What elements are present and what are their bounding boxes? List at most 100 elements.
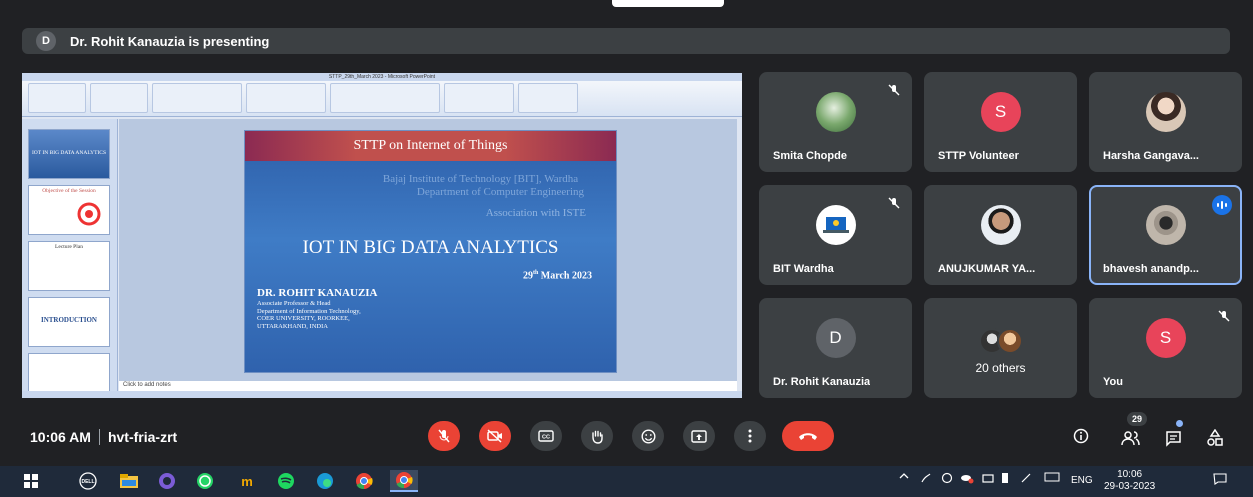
presenter-designation: Associate Professor & Head — [257, 300, 331, 307]
shared-screen[interactable]: STTP_29th_March 2023 - Microsoft PowerPo… — [22, 73, 742, 398]
meeting-code: hvt-fria-zrt — [107, 429, 178, 445]
taskbar-clock[interactable]: 10:06 29-03-2023 — [1104, 469, 1155, 493]
chat-button[interactable] — [1160, 426, 1186, 450]
app-mn-icon[interactable]: m — [236, 470, 258, 492]
svg-text:CC: CC — [542, 435, 550, 441]
tray-wifi-icon[interactable] — [982, 472, 994, 487]
meeting-details-button[interactable] — [1068, 424, 1094, 448]
activities-button[interactable] — [1202, 426, 1228, 450]
captions-icon: CC — [538, 430, 554, 442]
powerpoint-title-bar: STTP_29th_March 2023 - Microsoft PowerPo… — [22, 73, 742, 81]
presenter-university: COER UNIVERSITY, ROORKEE, — [257, 315, 350, 322]
more-options-button[interactable] — [734, 421, 766, 451]
participant-tile[interactable]: S STTP Volunteer — [924, 72, 1077, 172]
participant-tile[interactable]: ANUJKUMAR YA... — [924, 185, 1077, 285]
mic-off-icon — [886, 195, 902, 211]
slide-thumb: IOT IN BIG DATA ANALYTICS — [28, 129, 110, 179]
others-tile[interactable]: 20 others — [924, 298, 1077, 398]
tray-pen-icon[interactable] — [920, 472, 932, 487]
camera-off-button[interactable] — [479, 421, 511, 451]
participant-name: You — [1103, 376, 1123, 388]
participant-tile[interactable]: D Dr. Rohit Kanauzia — [759, 298, 912, 398]
mic-off-icon — [1216, 308, 1232, 324]
thumb-label: IOT IN BIG DATA ANALYTICS — [31, 150, 107, 156]
present-screen-icon — [691, 429, 707, 443]
github-icon[interactable] — [156, 470, 178, 492]
people-count-badge: 29 — [1127, 412, 1147, 426]
participant-name: STTP Volunteer — [938, 150, 1019, 162]
tray-app-icon[interactable] — [960, 472, 974, 487]
spotify-icon[interactable] — [275, 470, 297, 492]
participant-tile[interactable]: Smita Chopde — [759, 72, 912, 172]
raise-hand-button[interactable] — [581, 421, 613, 451]
tray-chevron-icon[interactable] — [898, 470, 910, 485]
slide-presenter: DR. ROHIT KANAUZIA Associate Professor &… — [257, 287, 378, 330]
hang-up-icon — [799, 433, 817, 440]
clock-date: 29-03-2023 — [1104, 481, 1156, 492]
slide-date: 29th March 2023 — [522, 270, 592, 282]
avatar — [996, 328, 1023, 354]
edge-icon[interactable] — [314, 470, 336, 492]
participant-name: Harsha Gangava... — [1103, 150, 1199, 162]
participant-name: BIT Wardha — [773, 263, 834, 275]
slide-association: Association with ISTE — [485, 207, 586, 219]
meeting-info: 10:06 AM hvt-fria-zrt — [30, 429, 177, 445]
whatsapp-icon[interactable] — [194, 470, 216, 492]
self-tile[interactable]: S You — [1089, 298, 1242, 398]
participant-name: bhavesh anandp... — [1103, 263, 1199, 275]
tray-battery-icon[interactable] — [1001, 472, 1009, 487]
people-button[interactable] — [1118, 426, 1144, 450]
ribbon-group — [90, 83, 148, 113]
windows-taskbar — [0, 466, 1253, 497]
participant-tile-speaking[interactable]: bhavesh anandp... — [1089, 185, 1242, 285]
slide-header: STTP on Internet of Things — [245, 131, 616, 161]
participant-avatar: S — [980, 92, 1021, 132]
presenting-text: Dr. Rohit Kanauzia is presenting — [70, 33, 270, 49]
target-icon — [77, 202, 101, 226]
thumb-label: INTRODUCTION — [40, 316, 97, 324]
ribbon-group — [444, 83, 514, 113]
meet-window: D Dr. Rohit Kanauzia is presenting STTP_… — [0, 0, 1253, 497]
dell-icon[interactable]: DELL — [77, 470, 99, 492]
participant-name: Dr. Rohit Kanauzia — [773, 376, 871, 388]
participant-avatar: S — [1145, 318, 1186, 358]
chrome-active-icon[interactable] — [390, 470, 418, 492]
ribbon-group — [152, 83, 242, 113]
participant-tile[interactable]: BIT Wardha — [759, 185, 912, 285]
present-button[interactable] — [683, 421, 715, 451]
tray-network-icon[interactable] — [941, 472, 953, 487]
powerpoint-ribbon — [22, 81, 742, 117]
current-slide: STTP on Internet of Things Bajaj Institu… — [245, 131, 616, 372]
participant-name: ANUJKUMAR YA... — [938, 263, 1036, 275]
ribbon-group — [246, 83, 326, 113]
slide-thumb: Objective of the Session — [28, 185, 110, 235]
top-notch — [612, 0, 724, 7]
language-indicator[interactable]: ENG — [1071, 475, 1093, 486]
emoji-icon — [640, 428, 656, 444]
ribbon-group — [28, 83, 86, 113]
chrome-icon[interactable] — [353, 470, 375, 492]
others-count: 20 others — [975, 361, 1026, 375]
captions-button[interactable]: CC — [530, 421, 562, 451]
others-avatars — [978, 328, 1023, 354]
chat-icon — [1165, 430, 1181, 447]
hand-icon — [592, 430, 603, 444]
activities-icon — [1207, 429, 1223, 446]
notifications-icon[interactable] — [1213, 473, 1227, 488]
reactions-button[interactable] — [632, 421, 664, 451]
participant-tile[interactable]: Harsha Gangava... — [1089, 72, 1242, 172]
slide-thumb: INTRODUCTION — [28, 297, 110, 347]
tray-keyboard-icon[interactable] — [1044, 472, 1060, 485]
participant-name: Smita Chopde — [773, 150, 847, 162]
tray-volume-icon[interactable] — [1020, 472, 1032, 487]
leave-call-button[interactable] — [782, 421, 834, 451]
participant-avatar — [1145, 205, 1186, 245]
slide-thumbnails: IOT IN BIG DATA ANALYTICS Objective of t… — [22, 119, 118, 398]
windows-start-icon[interactable] — [20, 470, 42, 492]
participant-avatar — [1145, 92, 1186, 132]
mic-off-button[interactable] — [428, 421, 460, 451]
info-icon — [1073, 428, 1089, 444]
laptop-icon — [822, 217, 849, 233]
file-explorer-icon[interactable] — [118, 470, 140, 492]
meeting-time: 10:06 AM — [30, 429, 91, 445]
